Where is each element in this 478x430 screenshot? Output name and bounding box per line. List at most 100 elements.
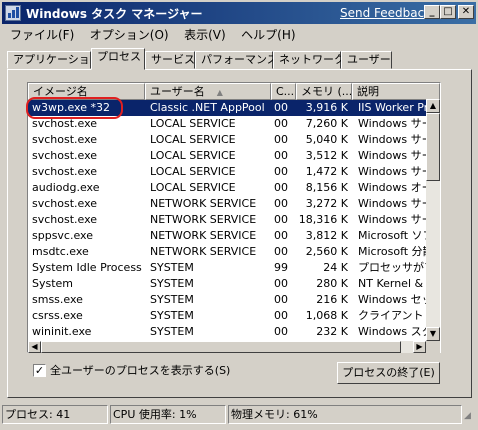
menu-help[interactable]: ヘルプ(H)	[235, 24, 301, 43]
column-description[interactable]: 説明	[352, 83, 440, 100]
show-all-users-checkbox[interactable]: ✓	[33, 364, 46, 377]
vertical-scrollbar[interactable]: ▲ ▼	[426, 99, 440, 341]
table-row[interactable]: audiodg.exe LOCAL SERVICE 00 8,156 K Windows…	[28, 180, 438, 196]
cell-image-name: svchost.exe	[32, 149, 98, 162]
maximize-button[interactable]: □	[440, 5, 456, 19]
minimize-button[interactable]: _	[424, 5, 440, 19]
scroll-down-icon[interactable]: ▼	[426, 327, 440, 341]
checkmark-icon: ✓	[34, 364, 45, 377]
cell-memory: 1,472 K	[305, 165, 348, 178]
table-row[interactable]: csrss.exeSYSTEM001,068 Kクライアント サー	[28, 308, 438, 324]
table-row[interactable]: svchost.exe LOCAL SERVICE 00 3,512 K Windows…	[28, 148, 438, 164]
cell-cpu: 00	[274, 213, 288, 226]
cell-user-name: SYSTEM	[150, 325, 194, 338]
tab-applications[interactable]: アプリケーション	[7, 51, 101, 69]
horizontal-scrollbar[interactable]: ◀ ▶	[28, 341, 426, 353]
cell-user-name: LOCAL SERVICE	[150, 165, 236, 178]
horizontal-scroll-thumb[interactable]	[41, 341, 401, 353]
tab-services[interactable]: サービス	[145, 51, 195, 69]
sort-ascending-icon: ▲	[216, 88, 223, 97]
table-row[interactable]: System SYSTEM 00 280 K NT Kernel & Sy	[28, 276, 438, 292]
scroll-up-icon[interactable]: ▲	[426, 99, 440, 113]
status-process-count: プロセス: 41	[2, 405, 108, 424]
resize-grip-icon[interactable]: ◢	[464, 411, 476, 423]
column-image-name[interactable]: イメージ名	[28, 83, 145, 100]
cell-image-name: smss.exe	[32, 293, 83, 306]
cell-cpu: 00	[274, 101, 288, 114]
table-row[interactable]: svchost.exe LOCAL SERVICE 00 1,472 K Windows…	[28, 164, 438, 180]
minimize-icon: _	[429, 6, 435, 17]
table-row[interactable]: wininit.exe SYSTEM 00 232 K Windows スター	[28, 324, 438, 340]
cell-image-name: svchost.exe	[32, 117, 98, 130]
cell-user-name: NETWORK SERVICE	[150, 213, 257, 226]
cell-user-name: LOCAL SERVICE	[150, 117, 236, 130]
end-process-button[interactable]: プロセスの終了(E)	[337, 362, 440, 384]
process-rows: w3wp.exe *32 Classic .NET AppPool 00 3,916 …	[28, 100, 438, 340]
table-row[interactable]: System Idle ProcessSYSTEM9924 Kプロセッサがアイド	[28, 260, 438, 276]
cell-cpu: 00	[274, 229, 288, 242]
cell-user-name: NETWORK SERVICE	[150, 229, 257, 242]
close-button[interactable]: ✕	[458, 5, 474, 19]
tab-network[interactable]: ネットワーク	[273, 51, 345, 69]
vertical-scroll-thumb[interactable]	[426, 113, 440, 181]
tab-performance[interactable]: パフォーマンス	[195, 51, 278, 69]
cell-image-name: csrss.exe	[32, 309, 83, 322]
table-row[interactable]: svchost.exe NETWORK SERVICE 00 18,316 K Wind…	[28, 212, 438, 228]
column-cpu[interactable]: C...	[271, 83, 296, 100]
cell-memory: 3,512 K	[305, 149, 348, 162]
process-list[interactable]: イメージ名 ユーザー名 ▲ C... メモリ (... 説明 w3wp.exe *…	[27, 82, 441, 353]
menu-view[interactable]: 表示(V)	[178, 24, 232, 43]
cell-cpu: 00	[274, 325, 288, 338]
table-row[interactable]: sppsvc.exe NETWORK SERVICE 00 3,812 K Micros…	[28, 228, 438, 244]
task-manager-app-icon	[5, 5, 21, 21]
cell-cpu: 00	[274, 245, 288, 258]
table-row[interactable]: svchost.exe LOCAL SERVICE 00 7,260 K Windows…	[28, 116, 438, 132]
cell-user-name: SYSTEM	[150, 293, 194, 306]
cell-user-name: LOCAL SERVICE	[150, 181, 236, 194]
table-row[interactable]: svchost.exe NETWORK SERVICE 00 3,272 K Windo…	[28, 196, 438, 212]
cell-user-name: SYSTEM	[150, 261, 194, 274]
tab-users[interactable]: ユーザー	[341, 51, 392, 69]
status-physical-memory: 物理メモリ: 61%	[228, 405, 462, 424]
cell-user-name: Classic .NET AppPool	[150, 101, 265, 114]
cell-user-name: SYSTEM	[150, 277, 194, 290]
cell-memory: 5,040 K	[305, 133, 348, 146]
column-memory[interactable]: メモリ (...	[296, 83, 352, 100]
table-row[interactable]: svchost.exe LOCAL SERVICE 00 5,040 K Windows…	[28, 132, 438, 148]
status-cpu-usage: CPU 使用率: 1%	[110, 405, 226, 424]
menu-options[interactable]: オプション(O)	[84, 24, 175, 43]
cell-user-name: LOCAL SERVICE	[150, 149, 236, 162]
window-title: Windows タスク マネージャー	[26, 7, 203, 21]
cell-image-name: svchost.exe	[32, 213, 98, 226]
cell-cpu: 00	[274, 149, 288, 162]
cell-user-name: NETWORK SERVICE	[150, 245, 257, 258]
cell-image-name: sppsvc.exe	[32, 229, 93, 242]
cell-memory: 2,560 K	[305, 245, 348, 258]
cell-cpu: 99	[274, 261, 288, 274]
scroll-right-icon[interactable]: ▶	[413, 341, 426, 353]
cell-cpu: 00	[274, 181, 288, 194]
table-row[interactable]: w3wp.exe *32 Classic .NET AppPool 00 3,916 …	[28, 100, 438, 116]
table-row[interactable]: smss.exeSYSTEM00216 KWindows セッショ	[28, 292, 438, 308]
maximize-icon: □	[443, 6, 453, 17]
list-header: イメージ名 ユーザー名 ▲ C... メモリ (... 説明	[28, 83, 440, 100]
tab-processes[interactable]: プロセス	[91, 48, 145, 70]
scroll-left-icon[interactable]: ◀	[28, 341, 41, 353]
cell-memory: 232 K	[316, 325, 348, 338]
show-all-users-label: 全ユーザーのプロセスを表示する(S)	[50, 364, 231, 377]
menu-bar: ファイル(F) オプション(O) 表示(V) ヘルプ(H)	[4, 24, 302, 42]
cell-image-name: svchost.exe	[32, 165, 98, 178]
cell-memory: 1,068 K	[305, 309, 348, 322]
cell-memory: 280 K	[316, 277, 348, 290]
table-row[interactable]: msdtc.exe NETWORK SERVICE 00 2,560 K Microso…	[28, 244, 434, 260]
send-feedback-link[interactable]: Send Feedback	[340, 6, 431, 20]
menu-file[interactable]: ファイル(F)	[4, 24, 80, 43]
cell-cpu: 00	[274, 117, 288, 130]
cell-memory: 8,156 K	[305, 181, 348, 194]
cell-user-name: SYSTEM	[150, 309, 194, 322]
task-manager-window: Windows タスク マネージャー Send Feedback _ □ ✕ フ…	[0, 0, 478, 430]
column-user-name[interactable]: ユーザー名 ▲	[145, 83, 271, 100]
cell-image-name: audiodg.exe	[32, 181, 100, 194]
cell-image-name: wininit.exe	[32, 325, 92, 338]
title-bar[interactable]: Windows タスク マネージャー Send Feedback _ □ ✕	[2, 2, 476, 24]
